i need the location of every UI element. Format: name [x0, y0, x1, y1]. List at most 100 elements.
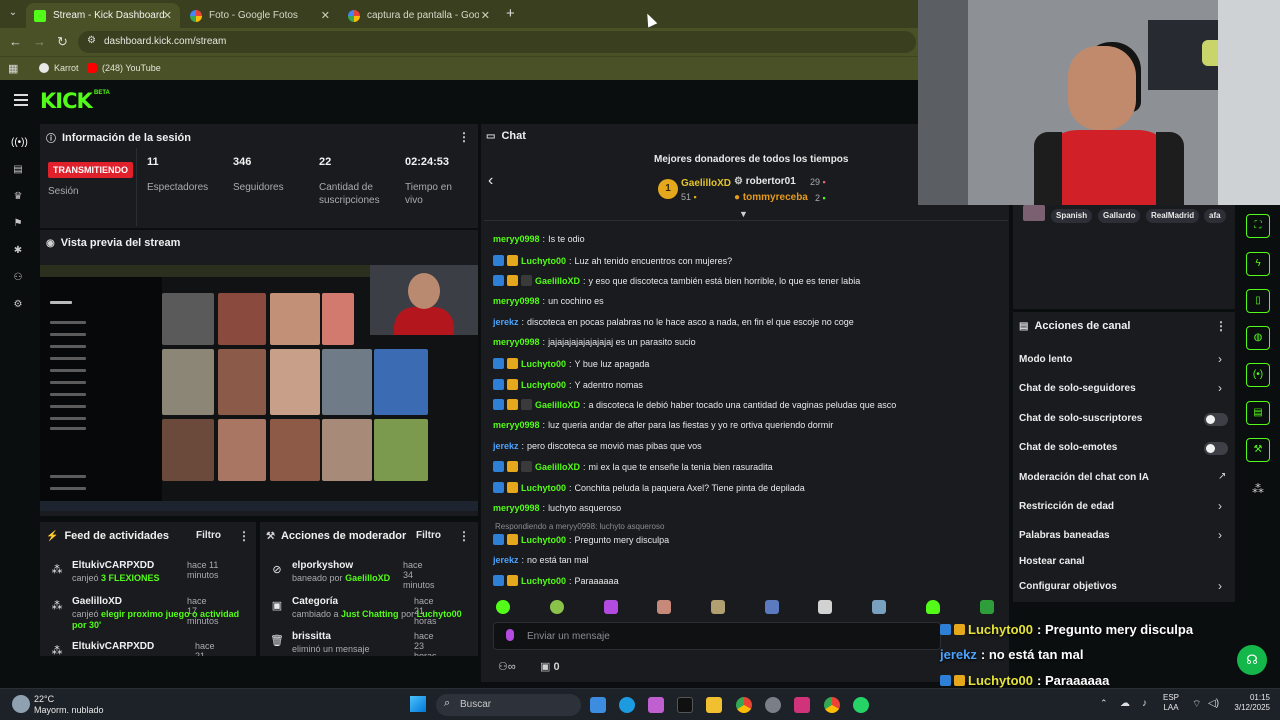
chat-username[interactable]: Luchyto00 [521, 483, 566, 493]
chat-username[interactable]: Luchyto00 [521, 535, 566, 545]
chat-bubble-icon[interactable]: ◍ [1246, 326, 1270, 350]
tab-search-icon[interactable]: ⌄ [6, 7, 20, 21]
back-icon[interactable]: ← [9, 34, 22, 49]
users-settings-icon[interactable]: ⁂ [1252, 482, 1264, 496]
new-tab-icon[interactable]: + [506, 5, 515, 22]
chat-message[interactable]: GaelilloXD: y eso que discoteca también e… [493, 275, 860, 286]
bookmark-youtube[interactable]: (248) YouTube [87, 63, 161, 73]
task-view-icon[interactable] [590, 697, 606, 713]
chat-message[interactable]: meryy0998: luchyto asqueroso [493, 503, 621, 513]
chrome-icon[interactable] [736, 697, 752, 713]
chat-message[interactable]: Luchyto00: Pregunto mery disculpa [493, 534, 669, 545]
emote-icon[interactable] [711, 600, 725, 614]
windows-start-icon[interactable] [410, 696, 426, 712]
microphone-icon[interactable] [506, 629, 514, 641]
channel-action[interactable]: Configurar objetivos [1019, 581, 1117, 592]
kick-logo[interactable]: KICK [40, 89, 93, 113]
tab-close-icon[interactable]: ✕ [321, 9, 330, 22]
tag-chip[interactable]: RealMadrid [1146, 209, 1200, 223]
chat-username[interactable]: meryy0998 [493, 503, 540, 513]
site-info-icon[interactable]: ⚙ [87, 35, 96, 46]
channel-action[interactable]: Chat de solo-suscriptores [1019, 413, 1142, 424]
chat-input[interactable]: Enviar un mensaje [493, 622, 941, 650]
chat-username[interactable]: jerekz [493, 317, 519, 327]
mod-menu-icon[interactable]: ⋮ [458, 529, 470, 543]
tiktok-icon[interactable] [677, 697, 693, 713]
tag-chip[interactable]: Gallardo [1098, 209, 1141, 223]
channel-action[interactable]: Palabras baneadas [1019, 530, 1110, 541]
donor-2[interactable]: ⚙ robertor01 [734, 176, 796, 187]
bookmark-karrot[interactable]: Karrot [39, 63, 79, 73]
chat-message[interactable]: Luchyto00: Luz ah tenido encuentros con m… [493, 255, 732, 266]
session-menu-icon[interactable]: ⋮ [458, 130, 470, 144]
chat-username[interactable]: GaelilloXD [535, 276, 580, 286]
emote-icon[interactable] [657, 600, 671, 614]
chat-username[interactable]: meryy0998 [493, 420, 540, 430]
whatsapp-icon[interactable] [853, 697, 869, 713]
weather-widget[interactable]: 22°C Mayorm. nublado [34, 694, 104, 716]
chat-message[interactable]: jerekz: pero discoteca se movió mas pibas… [493, 441, 702, 451]
channel-action[interactable]: Moderación del chat con IA [1019, 472, 1149, 483]
chat-message[interactable]: meryy0998: un cochino es [493, 296, 604, 306]
mic-tray-icon[interactable]: ♪ [1142, 698, 1147, 709]
feed-filter-button[interactable]: Filtro [196, 530, 221, 541]
moderation-icon[interactable]: ✱ [11, 244, 25, 258]
mod-filter-button[interactable]: Filtro [416, 530, 441, 541]
toggle-switch[interactable] [1204, 413, 1228, 426]
instagram-icon[interactable] [794, 697, 810, 713]
emote-icon[interactable] [550, 600, 564, 614]
taskbar-search[interactable]: ⌕ Buscar [436, 694, 581, 716]
chat-message[interactable]: jerekz: discoteca en pocas palabras no le… [493, 317, 854, 327]
tag-chip[interactable]: Spanish [1051, 209, 1093, 223]
tab-close-icon[interactable]: ✕ [163, 9, 172, 22]
analytics-icon[interactable]: ▤ [11, 163, 25, 177]
emote-icon[interactable] [604, 600, 618, 614]
toggle-switch[interactable] [1204, 442, 1228, 455]
document-icon[interactable]: ▯ [1246, 289, 1270, 313]
bolt-icon[interactable]: ϟ [1246, 252, 1270, 276]
donor-name[interactable]: GaelilloXD [681, 178, 731, 189]
donor-3[interactable]: ● tommyreceba [734, 192, 808, 203]
cloud-icon[interactable]: ☁ [1120, 698, 1130, 709]
mod-user[interactable]: brissitta [292, 631, 331, 642]
chevron-left-icon[interactable]: ‹ [488, 172, 493, 190]
community-icon[interactable]: ⚑ [11, 217, 25, 231]
chat-message[interactable]: Luchyto00: Conchita peluda la paquera Axe… [493, 482, 805, 493]
channel-action[interactable]: Hostear canal [1019, 556, 1085, 567]
tab-google-fotos[interactable]: Foto - Google Fotos ✕ [182, 3, 338, 28]
chevron-right-icon[interactable]: › [1218, 381, 1222, 395]
pin-icon[interactable]: ▼ [739, 209, 748, 219]
chat-username[interactable]: meryy0998 [493, 337, 540, 347]
feed-user[interactable]: GaelilloXD [72, 596, 122, 607]
tab-kick-dashboard[interactable]: Stream - Kick Dashboard ✕ [26, 3, 180, 28]
mod-user[interactable]: elporkyshow [292, 560, 353, 571]
chat-message[interactable]: meryy0998: luz queria andar de after para… [493, 420, 833, 430]
chat-username[interactable]: jerekz [493, 555, 519, 565]
tag-chip[interactable]: afa [1204, 209, 1226, 223]
chat-username[interactable]: meryy0998 [493, 234, 540, 244]
emote-icon[interactable] [926, 600, 940, 614]
apps-grid-icon[interactable]: ▦ [8, 62, 18, 75]
chat-username[interactable]: Luchyto00 [521, 359, 566, 369]
chat-username[interactable]: Luchyto00 [521, 380, 566, 390]
language-indicator[interactable]: ESP LAA [1163, 693, 1179, 713]
broadcast-icon[interactable]: (•) [1246, 363, 1270, 387]
chat-message[interactable]: GaelilloXD: mi ex la que te enseñe la ten… [493, 461, 773, 472]
fullscreen-icon[interactable]: ⛶ [1246, 214, 1270, 238]
chat-username[interactable]: Luchyto00 [521, 256, 566, 266]
chat-message[interactable]: jerekz: no está tan mal [493, 555, 589, 565]
chat-username[interactable]: jerekz [493, 441, 519, 451]
weather-icon[interactable] [12, 695, 30, 713]
reload-icon[interactable]: ↻ [57, 34, 68, 50]
volume-icon[interactable]: ◁) [1208, 698, 1219, 709]
feed-menu-icon[interactable]: ⋮ [238, 529, 250, 543]
chat-message[interactable]: Luchyto00: Y bue luz apagada [493, 358, 649, 369]
channel-action[interactable]: Restricción de edad [1019, 501, 1114, 512]
tab-captura[interactable]: captura de pantalla - Google F ✕ [340, 3, 498, 28]
chevron-right-icon[interactable]: › [1218, 352, 1222, 366]
feed-user[interactable]: EltukivCARPXDD [72, 560, 154, 571]
chat-message[interactable]: GaelilloXD: a discoteca le debió haber to… [493, 399, 896, 410]
wifi-icon[interactable]: ⌔ [1192, 698, 1201, 711]
wrench-icon[interactable]: ⚒ [1246, 438, 1270, 462]
emote-icon[interactable] [818, 600, 832, 614]
